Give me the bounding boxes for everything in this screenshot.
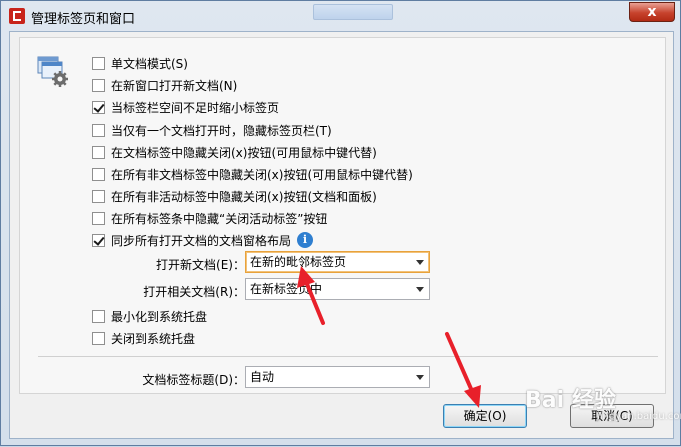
tab-title-select[interactable]: 自动: [245, 366, 430, 388]
select-value: 在新的毗邻标签页: [250, 255, 347, 269]
option-label: 单文档模式(S): [111, 56, 188, 71]
dropdown-arrow-icon: [416, 375, 424, 380]
title-bar: 管理标签页和窗口 x: [1, 1, 680, 31]
option-hide-close-non-doc-tabs[interactable]: 在所有非文档标签中隐藏关闭(x)按钮(可用鼠标中键代替): [92, 164, 413, 184]
ok-button[interactable]: 确定(O): [443, 404, 527, 428]
option-sync-pane-layout[interactable]: 同步所有打开文档的文档窗格布局 i: [92, 230, 314, 250]
option-single-document[interactable]: 单文档模式(S): [92, 53, 188, 73]
select-value: 自动: [250, 370, 275, 384]
checkbox[interactable]: [92, 189, 105, 203]
options-panel: 单文档模式(S) 在新窗口打开新文档(N) 当标签栏空间不足时缩小标签页 当仅有…: [19, 37, 666, 394]
checkbox[interactable]: [92, 145, 105, 159]
option-label: 最小化到系统托盘: [111, 309, 208, 324]
window-title: 管理标签页和窗口: [31, 12, 136, 27]
option-hide-close-inactive-tabs[interactable]: 在所有非活动标签中隐藏关闭(x)按钮(文档和面板): [92, 186, 377, 206]
option-minimize-to-tray[interactable]: 最小化到系统托盘: [92, 306, 207, 326]
open-new-doc-select[interactable]: 在新的毗邻标签页: [245, 251, 430, 273]
dialog-window: 管理标签页和窗口 x 单文档模式(S) 在新窗口打开新文档(N) 当标签栏空间不…: [0, 0, 681, 446]
open-related-doc-label: 打开相关文档(R)：: [143, 285, 245, 299]
dialog-body: 单文档模式(S) 在新窗口打开新文档(N) 当标签栏空间不足时缩小标签页 当仅有…: [9, 31, 674, 439]
option-shrink-tabs[interactable]: 当标签栏空间不足时缩小标签页: [92, 97, 279, 117]
checkbox[interactable]: [92, 309, 105, 323]
option-label: 当仅有一个文档打开时，隐藏标签页栏(T): [111, 123, 332, 138]
checkbox[interactable]: [92, 100, 105, 114]
background-tab: [313, 4, 393, 20]
watermark: Bai 经验: [525, 388, 616, 413]
app-icon: [9, 8, 25, 24]
checkbox[interactable]: [92, 233, 105, 247]
watermark-sub: jingyan.baidu.com: [597, 411, 681, 422]
option-label: 同步所有打开文档的文档窗格布局: [111, 233, 292, 248]
option-label: 关闭到系统托盘: [111, 331, 196, 346]
checkbox[interactable]: [92, 56, 105, 70]
checkbox[interactable]: [92, 211, 105, 225]
option-label: 在所有非活动标签中隐藏关闭(x)按钮(文档和面板): [111, 189, 377, 204]
info-icon[interactable]: i: [297, 232, 314, 248]
option-label: 在所有标签条中隐藏“关闭活动标签”按钮: [111, 211, 328, 226]
checkbox[interactable]: [92, 167, 105, 181]
option-label: 在文档标签中隐藏关闭(x)按钮(可用鼠标中键代替): [111, 145, 377, 160]
option-hide-tab-bar[interactable]: 当仅有一个文档打开时，隐藏标签页栏(T): [92, 120, 332, 140]
option-hide-close-doc-tabs[interactable]: 在文档标签中隐藏关闭(x)按钮(可用鼠标中键代替): [92, 142, 377, 162]
close-button[interactable]: x: [629, 2, 675, 22]
checkbox[interactable]: [92, 78, 105, 92]
option-label: 当标签栏空间不足时缩小标签页: [111, 100, 280, 115]
dropdown-arrow-icon: [416, 260, 424, 265]
option-hide-close-active-tab-button[interactable]: 在所有标签条中隐藏“关闭活动标签”按钮: [92, 208, 327, 228]
option-open-in-new-window[interactable]: 在新窗口打开新文档(N): [92, 75, 237, 95]
dropdown-arrow-icon: [416, 287, 424, 292]
option-label: 在所有非文档标签中隐藏关闭(x)按钮(可用鼠标中键代替): [111, 167, 413, 182]
separator: [38, 356, 658, 357]
tab-title-label: 文档标签标题(D)：: [142, 373, 245, 387]
checkbox[interactable]: [92, 123, 105, 137]
option-close-to-tray[interactable]: 关闭到系统托盘: [92, 328, 195, 348]
open-related-doc-select[interactable]: 在新标签页中: [245, 278, 430, 300]
select-value: 在新标签页中: [250, 282, 323, 296]
option-label: 在新窗口打开新文档(N): [111, 78, 238, 93]
window-settings-icon: [37, 56, 68, 87]
checkbox[interactable]: [92, 331, 105, 345]
open-new-doc-label: 打开新文档(E)：: [156, 258, 245, 272]
